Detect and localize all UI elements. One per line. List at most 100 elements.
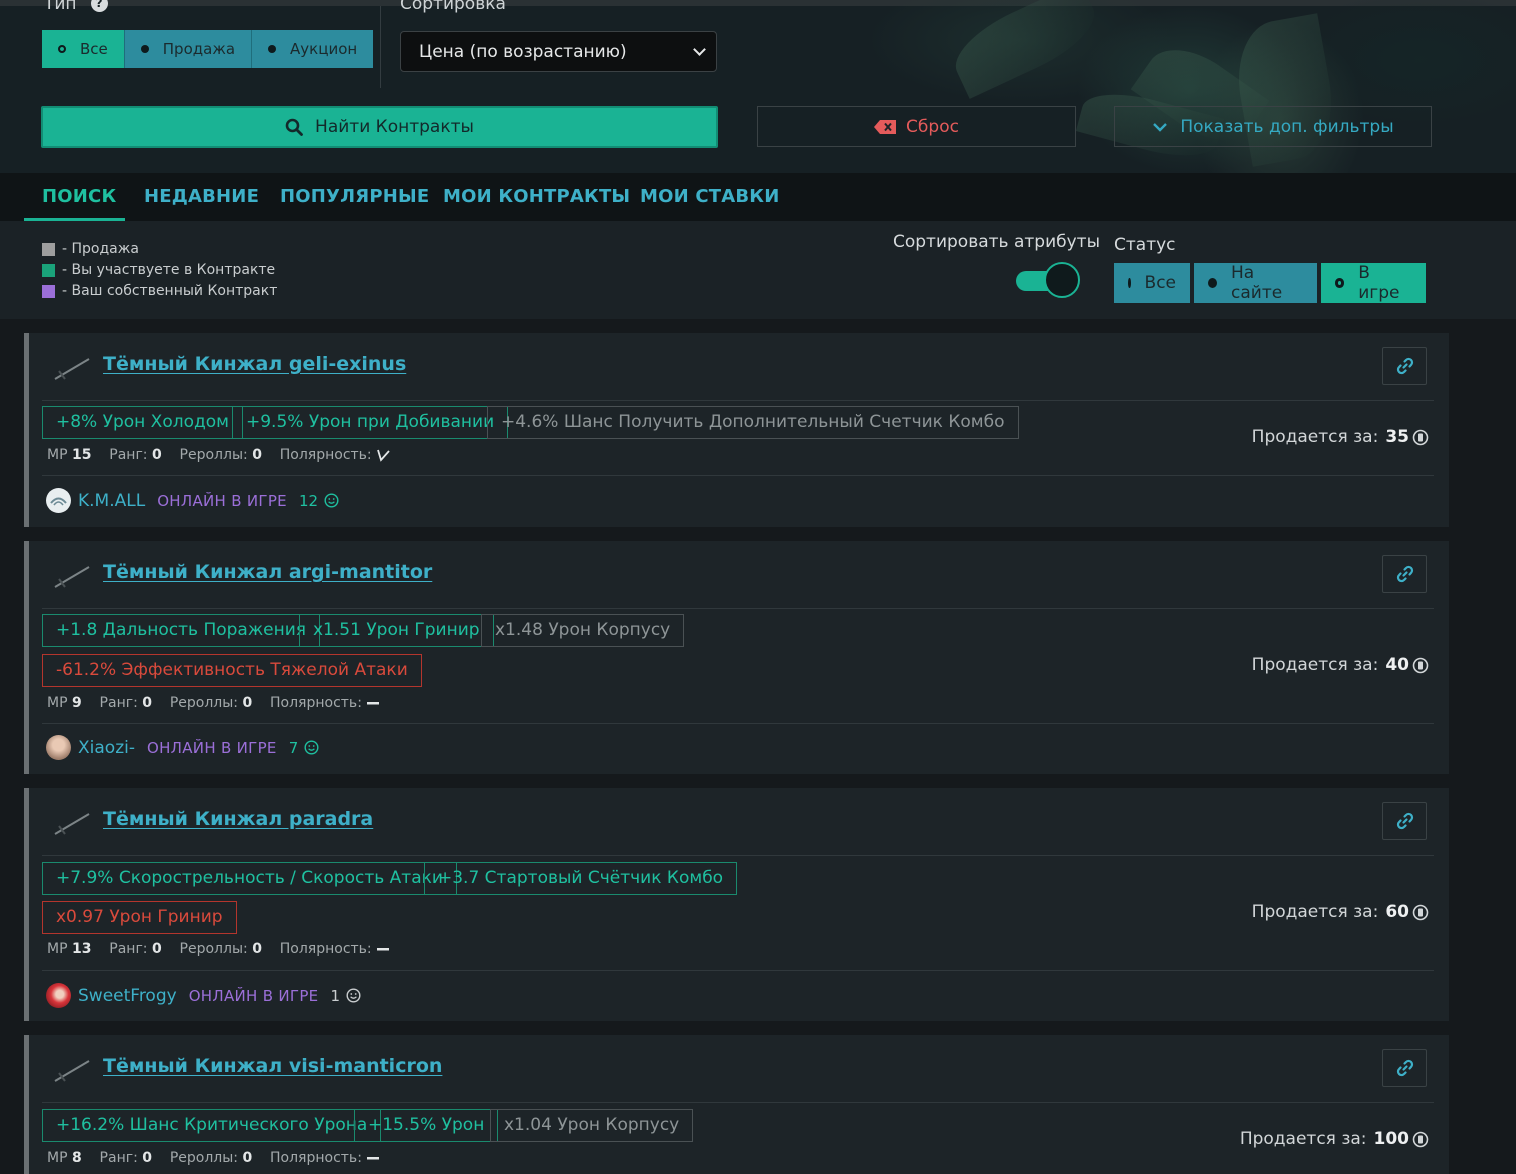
type-option-all[interactable]: Все: [42, 30, 125, 68]
status-option-all[interactable]: Все: [1114, 263, 1194, 303]
contract-title[interactable]: Тёмный Кинжал paradra: [103, 808, 373, 830]
sort-select[interactable]: Цена (по возрастанию): [400, 31, 717, 72]
radio-dot-icon: [268, 45, 277, 53]
avatar[interactable]: [46, 488, 71, 513]
type-option-auction[interactable]: Аукцион: [252, 30, 374, 68]
attribute-chip: +8% Урон Холодом: [42, 406, 243, 439]
contract-title[interactable]: Тёмный Кинжал argi-mantitor: [103, 561, 432, 583]
contract-card: Тёмный Кинжал paradra +7.9% Скорострельн…: [24, 788, 1449, 1021]
seller-name[interactable]: SweetFrogy: [78, 986, 177, 1006]
tab-search[interactable]: ПОИСК: [42, 173, 116, 221]
help-icon[interactable]: ?: [90, 0, 108, 12]
status-option-ingame[interactable]: В игре: [1321, 263, 1426, 303]
platinum-icon: [1412, 904, 1429, 920]
smiley-icon: [324, 493, 339, 508]
copy-link-button[interactable]: [1382, 1049, 1427, 1087]
platinum-icon: [1412, 429, 1429, 445]
radio-dot-icon: [1208, 278, 1218, 288]
background-art: [720, 0, 1516, 173]
reputation: 1: [330, 987, 361, 1005]
platinum-icon: [1412, 657, 1429, 673]
avatar[interactable]: [46, 735, 71, 760]
attribute-chip: +16.2% Шанс Критического Урона: [42, 1109, 382, 1142]
price: Продается за: 35: [1252, 427, 1429, 447]
contract-card: Тёмный Кинжал argi-mantitor +1.8 Дальнос…: [24, 541, 1449, 774]
dagger-icon: [54, 813, 90, 835]
sort-label: Сортировка: [400, 0, 506, 14]
divider: [42, 855, 1434, 856]
status-badge: ОНЛАЙН В ИГРЕ: [146, 738, 277, 757]
seller-info: SweetFrogy ОНЛАЙН В ИГРЕ 1: [46, 983, 361, 1008]
type-label: Тип?: [44, 0, 108, 14]
attribute-chip: +1.8 Дальность Поражения: [42, 614, 321, 647]
more-filters-button[interactable]: Показать доп. фильтры: [1114, 106, 1432, 147]
mod-meta: MP 13 Ранг: 0 Рероллы: 0 Полярность:: [47, 941, 390, 957]
backspace-icon: [874, 119, 897, 134]
attribute-chip: +15.5% Урон: [354, 1109, 499, 1142]
tab-my-contracts[interactable]: МОИ КОНТРАКТЫ: [443, 173, 630, 221]
link-icon: [1396, 357, 1413, 375]
divider: [42, 970, 1434, 971]
radio-dot-icon: [140, 45, 149, 53]
toggle-knob: [1044, 262, 1080, 298]
attribute-chip: x0.97 Урон Гринир: [42, 901, 237, 934]
reputation: 7: [289, 739, 320, 757]
copy-link-button[interactable]: [1382, 555, 1427, 593]
divider: [42, 1102, 1434, 1103]
attribute-chip: x1.51 Урон Гринир: [299, 614, 494, 647]
status-option-site[interactable]: На сайте: [1194, 263, 1321, 303]
link-icon: [1396, 565, 1413, 583]
dagger-icon: [54, 358, 90, 380]
find-contracts-button[interactable]: Найти Контракты: [41, 106, 718, 148]
tab-bar: ПОИСК НЕДАВНИЕ ПОПУЛЯРНЫЕ МОИ КОНТРАКТЫ …: [0, 173, 1516, 221]
status-badge: ОНЛАЙН В ИГРЕ: [157, 491, 287, 510]
dagger-icon: [54, 566, 90, 588]
seller-name[interactable]: Xiaozi-: [78, 738, 135, 758]
contract-title[interactable]: Тёмный Кинжал geli-exinus: [103, 353, 406, 375]
copy-link-button[interactable]: [1382, 347, 1427, 385]
sort-attributes-label: Сортировать атрибуты: [893, 232, 1100, 252]
legend-item-participating: - Вы участвуете в Контракте: [42, 262, 275, 278]
seller-info: Xiaozi- ОНЛАЙН В ИГРЕ 7: [46, 735, 319, 760]
reset-button[interactable]: Сброс: [757, 106, 1076, 147]
price: Продается за: 100: [1240, 1129, 1429, 1149]
mod-meta: MP 8 Ранг: 0 Рероллы: 0 Полярность:: [47, 1150, 380, 1166]
contract-card: Тёмный Кинжал visi-manticron +16.2% Шанс…: [24, 1035, 1449, 1174]
legend-item-sale: - Продажа: [42, 241, 139, 257]
type-option-sale[interactable]: Продажа: [124, 30, 253, 68]
attribute-chip: +7.9% Скорострельность / Скорость Атаки: [42, 862, 457, 895]
tab-my-bids[interactable]: МОИ СТАВКИ: [640, 173, 779, 221]
sort-attributes-toggle[interactable]: [1016, 262, 1080, 298]
legend-swatch: [42, 242, 55, 256]
mod-meta: MP 15 Ранг: 0 Рероллы: 0 Полярность:: [47, 447, 390, 463]
tab-recent[interactable]: НЕДАВНИЕ: [144, 173, 259, 221]
reputation: 12: [299, 492, 339, 510]
smiley-icon: [304, 740, 319, 755]
chevron-down-icon: [693, 42, 706, 56]
dagger-icon: [54, 1060, 90, 1082]
mod-meta: MP 9 Ранг: 0 Рероллы: 0 Полярность:: [47, 695, 380, 711]
smiley-icon: [346, 988, 361, 1003]
radio-dot-icon: [1335, 278, 1345, 288]
attribute-chip: +3.7 Стартовый Счётчик Комбо: [424, 862, 738, 895]
status-selector: Все На сайте В игре: [1114, 263, 1426, 303]
price: Продается за: 60: [1252, 902, 1429, 922]
legend-item-own: - Ваш собственный Контракт: [42, 283, 277, 299]
contract-card: Тёмный Кинжал geli-exinus +8% Урон Холод…: [24, 333, 1449, 527]
search-icon: [285, 118, 303, 136]
platinum-icon: [1412, 1131, 1429, 1147]
tab-popular[interactable]: ПОПУЛЯРНЫЕ: [280, 173, 429, 221]
attribute-chip: -61.2% Эффективность Тяжелой Атаки: [42, 654, 422, 687]
filter-panel: Тип? Все Продажа Аукцион Сортировка Цена…: [0, 0, 1516, 173]
naramon-polarity-icon: [366, 1157, 379, 1160]
divider: [42, 608, 1434, 609]
avatar[interactable]: [46, 983, 71, 1008]
legend-swatch: [42, 284, 55, 298]
seller-name[interactable]: K.M.ALL: [78, 491, 145, 511]
legend-swatch: [42, 263, 55, 277]
type-selector: Все Продажа Аукцион: [42, 30, 374, 68]
status-badge: ОНЛАЙН В ИГРЕ: [188, 986, 319, 1005]
contract-title[interactable]: Тёмный Кинжал visi-manticron: [103, 1055, 442, 1077]
copy-link-button[interactable]: [1382, 802, 1427, 840]
divider: [42, 475, 1434, 476]
